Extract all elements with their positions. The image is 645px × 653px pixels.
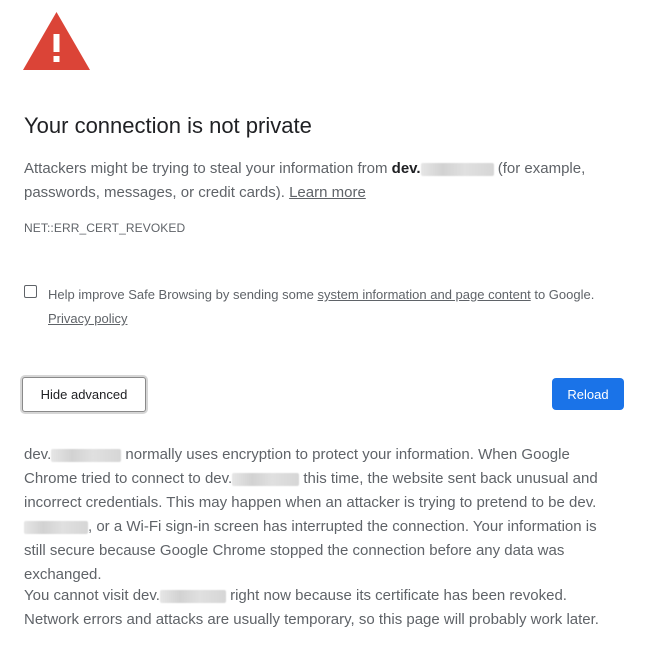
intro-paragraph: Attackers might be trying to steal your … (24, 157, 604, 205)
details-text: , or a Wi-Fi sign-in screen has interrup… (24, 518, 597, 583)
domain-prefix: dev. (132, 587, 160, 604)
revoked-text: You cannot visit (24, 587, 133, 604)
safe-browsing-checkbox[interactable] (24, 285, 37, 298)
safe-browsing-optin: Help improve Safe Browsing by sending so… (24, 283, 624, 331)
redacted-domain (24, 521, 88, 534)
privacy-policy-link[interactable]: Privacy policy (48, 311, 127, 326)
optin-text: Help improve Safe Browsing by sending so… (48, 287, 318, 302)
details-paragraph: dev. normally uses encryption to protect… (24, 443, 604, 587)
redacted-domain (51, 449, 122, 462)
learn-more-link[interactable]: Learn more (289, 184, 366, 201)
hide-advanced-button[interactable]: Hide advanced (22, 377, 146, 412)
revoked-paragraph: You cannot visit dev. right now because … (24, 584, 604, 632)
domain-prefix: dev. (391, 160, 421, 177)
domain-prefix: dev. (24, 446, 52, 463)
site-domain: dev. (392, 160, 494, 177)
safe-browsing-label: Help improve Safe Browsing by sending so… (48, 283, 624, 331)
domain-prefix: dev. (204, 470, 233, 487)
system-info-link[interactable]: system information and page content (318, 287, 531, 302)
reload-button[interactable]: Reload (552, 378, 624, 410)
redacted-domain (420, 163, 494, 176)
redacted-domain (159, 590, 226, 603)
intro-text: Attackers might be trying to steal your … (24, 160, 392, 177)
domain-prefix: dev. (569, 494, 597, 511)
warning-triangle-icon (23, 12, 90, 70)
optin-text-end: to Google. (530, 287, 595, 302)
redacted-domain (232, 473, 300, 486)
page-title: Your connection is not private (24, 113, 312, 138)
error-code: NET::ERR_CERT_REVOKED (24, 221, 186, 235)
